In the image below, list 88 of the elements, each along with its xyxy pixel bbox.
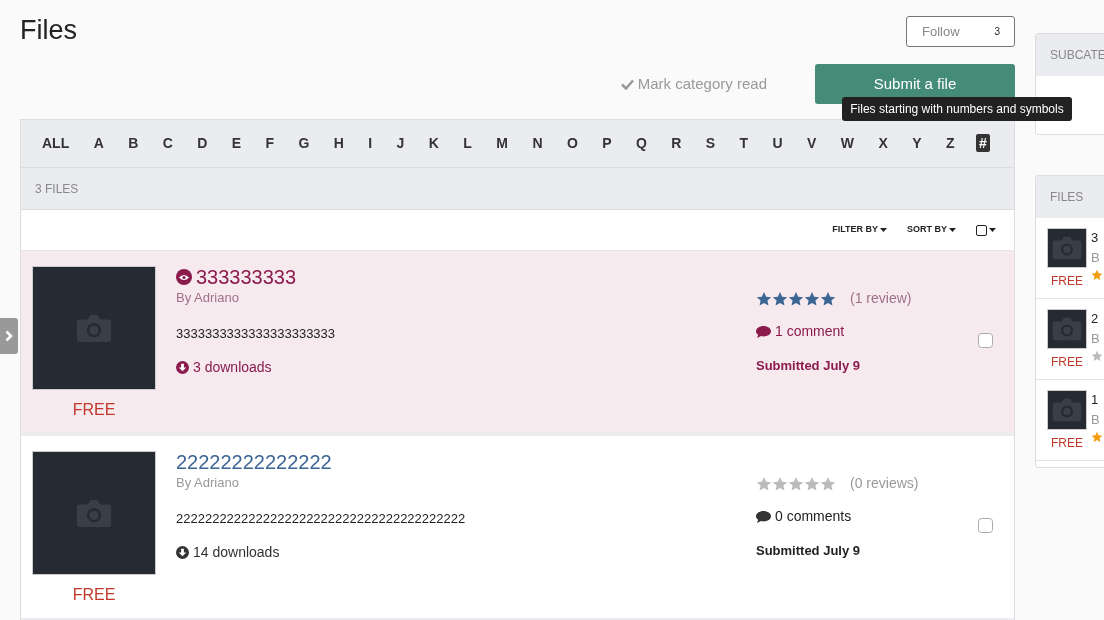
letter-filter[interactable]: Y — [909, 132, 925, 155]
download-icon — [176, 361, 189, 374]
caret-icon — [989, 228, 996, 232]
letter-filter[interactable]: F — [262, 132, 278, 155]
author-text: B — [1091, 329, 1101, 348]
letter-filter[interactable]: B — [125, 132, 142, 155]
file-thumbnail[interactable] — [32, 451, 156, 575]
caret-icon — [949, 228, 956, 232]
star-icon — [804, 290, 820, 307]
letter-filter[interactable]: E — [228, 132, 245, 155]
expand-tab[interactable] — [0, 318, 18, 354]
download-count: 3 downloads — [193, 358, 272, 377]
review-count[interactable]: (1 review) — [850, 288, 912, 309]
star-icon — [820, 290, 836, 307]
letter-filter[interactable]: T — [736, 132, 752, 155]
file-description: 3333333333333333333333 — [176, 324, 337, 343]
chevron-right-icon — [5, 330, 13, 342]
letter-filter[interactable]: U — [769, 132, 786, 155]
file-count: 3 FILES — [35, 180, 79, 198]
letter-filter[interactable]: V — [804, 132, 820, 155]
caret-icon — [880, 228, 887, 232]
star-icon — [772, 290, 788, 307]
submitted-date: Submitted July 9 — [756, 542, 862, 560]
filter-menu[interactable]: FILTER BY — [832, 223, 887, 237]
file-title-link[interactable]: 3 — [1091, 228, 1103, 248]
letter-filter[interactable]: W — [837, 132, 857, 155]
letter-filter[interactable]: S — [702, 132, 719, 155]
file-title-link[interactable]: 333333333 — [196, 266, 297, 288]
eye-icon — [176, 269, 192, 285]
price-label: FREE — [1050, 435, 1084, 452]
letter-filter[interactable]: J — [393, 132, 408, 155]
star-icon — [804, 475, 820, 492]
letter-filter[interactable]: K — [425, 132, 442, 155]
letter-filter[interactable]: H — [330, 132, 347, 155]
letter-filter[interactable]: G — [295, 132, 313, 155]
letter-filter[interactable]: Z — [942, 132, 958, 155]
speech-bubble-icon — [756, 325, 771, 338]
letter-filter[interactable]: ALL — [39, 132, 73, 155]
author-text: By Adriano — [176, 474, 240, 492]
letter-filter[interactable]: L — [460, 132, 475, 155]
page-title: Files — [20, 14, 77, 47]
sort-menu[interactable]: SORT BY — [907, 223, 956, 237]
letter-filter[interactable]: A — [90, 132, 107, 155]
follow-button[interactable]: Follow 3 — [906, 16, 1015, 47]
select-all-menu[interactable] — [976, 224, 996, 236]
price-label: FREE — [71, 585, 117, 605]
tooltip: Files starting with numbers and symbols — [842, 97, 1072, 121]
submitted-date: Submitted July 9 — [756, 357, 862, 375]
star-icon — [788, 475, 804, 492]
letter-filter[interactable]: # — [975, 134, 990, 152]
star-icon — [756, 290, 772, 307]
row-checkbox[interactable] — [978, 518, 993, 533]
comment-count[interactable]: 1 comment — [775, 321, 845, 342]
file-title-link[interactable]: 1 — [1091, 390, 1103, 410]
star-icon — [820, 475, 836, 492]
letter-filter[interactable]: D — [194, 132, 211, 155]
download-icon — [176, 546, 189, 559]
author-text: By Adriano — [176, 289, 240, 307]
star-icon — [772, 475, 788, 492]
letter-filter[interactable]: P — [599, 132, 615, 155]
row-checkbox[interactable] — [978, 333, 993, 348]
letter-filter[interactable]: R — [668, 132, 685, 155]
file-description: 2222222222222222222222222222222222222222 — [176, 509, 467, 528]
speech-bubble-icon — [756, 510, 771, 523]
comment-count[interactable]: 0 comments — [775, 506, 852, 527]
file-thumbnail[interactable] — [1047, 309, 1087, 349]
letter-filter[interactable]: I — [365, 132, 376, 155]
section-heading: FILES — [1050, 189, 1084, 206]
star-icon — [788, 290, 804, 307]
file-thumbnail[interactable] — [1047, 228, 1087, 268]
author-text: B — [1091, 410, 1101, 429]
file-thumbnail[interactable] — [32, 266, 156, 390]
letter-filter[interactable]: O — [563, 132, 581, 155]
star-icon — [756, 475, 772, 492]
price-label: FREE — [1050, 273, 1084, 290]
author-text: B — [1091, 248, 1101, 267]
file-thumbnail[interactable] — [1047, 390, 1087, 430]
check-icon — [620, 78, 634, 90]
file-title-link[interactable]: 22222222222222 — [176, 451, 332, 473]
price-label: FREE — [1050, 354, 1084, 371]
letter-filter[interactable]: M — [493, 132, 511, 155]
letter-filter[interactable]: C — [159, 132, 176, 155]
download-count: 14 downloads — [193, 543, 280, 562]
price-label: FREE — [71, 400, 117, 420]
file-title-link[interactable]: 2 — [1091, 309, 1103, 329]
letter-filter[interactable]: N — [529, 132, 546, 155]
letter-filter[interactable]: X — [875, 132, 891, 155]
letter-filter[interactable]: Q — [632, 132, 650, 155]
